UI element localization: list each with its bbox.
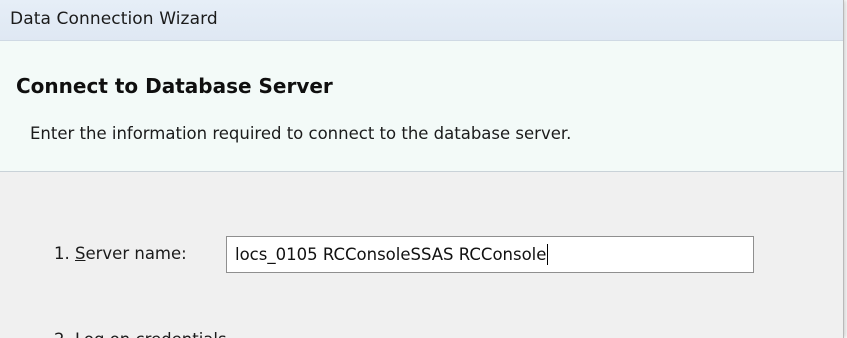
text-caret: [547, 244, 549, 265]
server-name-value: locs_0105 RCConsoleSSAS RCConsole: [235, 245, 547, 264]
server-name-label-rest: erver name:: [85, 244, 187, 263]
wizard-header: Connect to Database Server Enter the inf…: [0, 41, 843, 172]
server-name-label-prefix: 1.: [54, 244, 75, 263]
title-bar[interactable]: Data Connection Wizard: [0, 0, 843, 41]
screen: Data Connection Wizard Connect to Databa…: [0, 0, 847, 338]
log-on-credentials-label: 2. Log on credentials: [54, 330, 227, 338]
server-name-label: 1. Server name:: [54, 244, 187, 263]
server-name-input[interactable]: locs_0105 RCConsoleSSAS RCConsole: [226, 236, 754, 273]
wizard-body: 1. Server name: locs_0105 RCConsoleSSAS …: [0, 172, 843, 338]
page-heading: Connect to Database Server: [16, 74, 333, 98]
window-title: Data Connection Wizard: [10, 9, 218, 29]
data-connection-wizard-dialog: Data Connection Wizard Connect to Databa…: [0, 0, 844, 338]
server-name-label-accelerator: S: [75, 244, 86, 263]
page-description: Enter the information required to connec…: [30, 124, 572, 143]
